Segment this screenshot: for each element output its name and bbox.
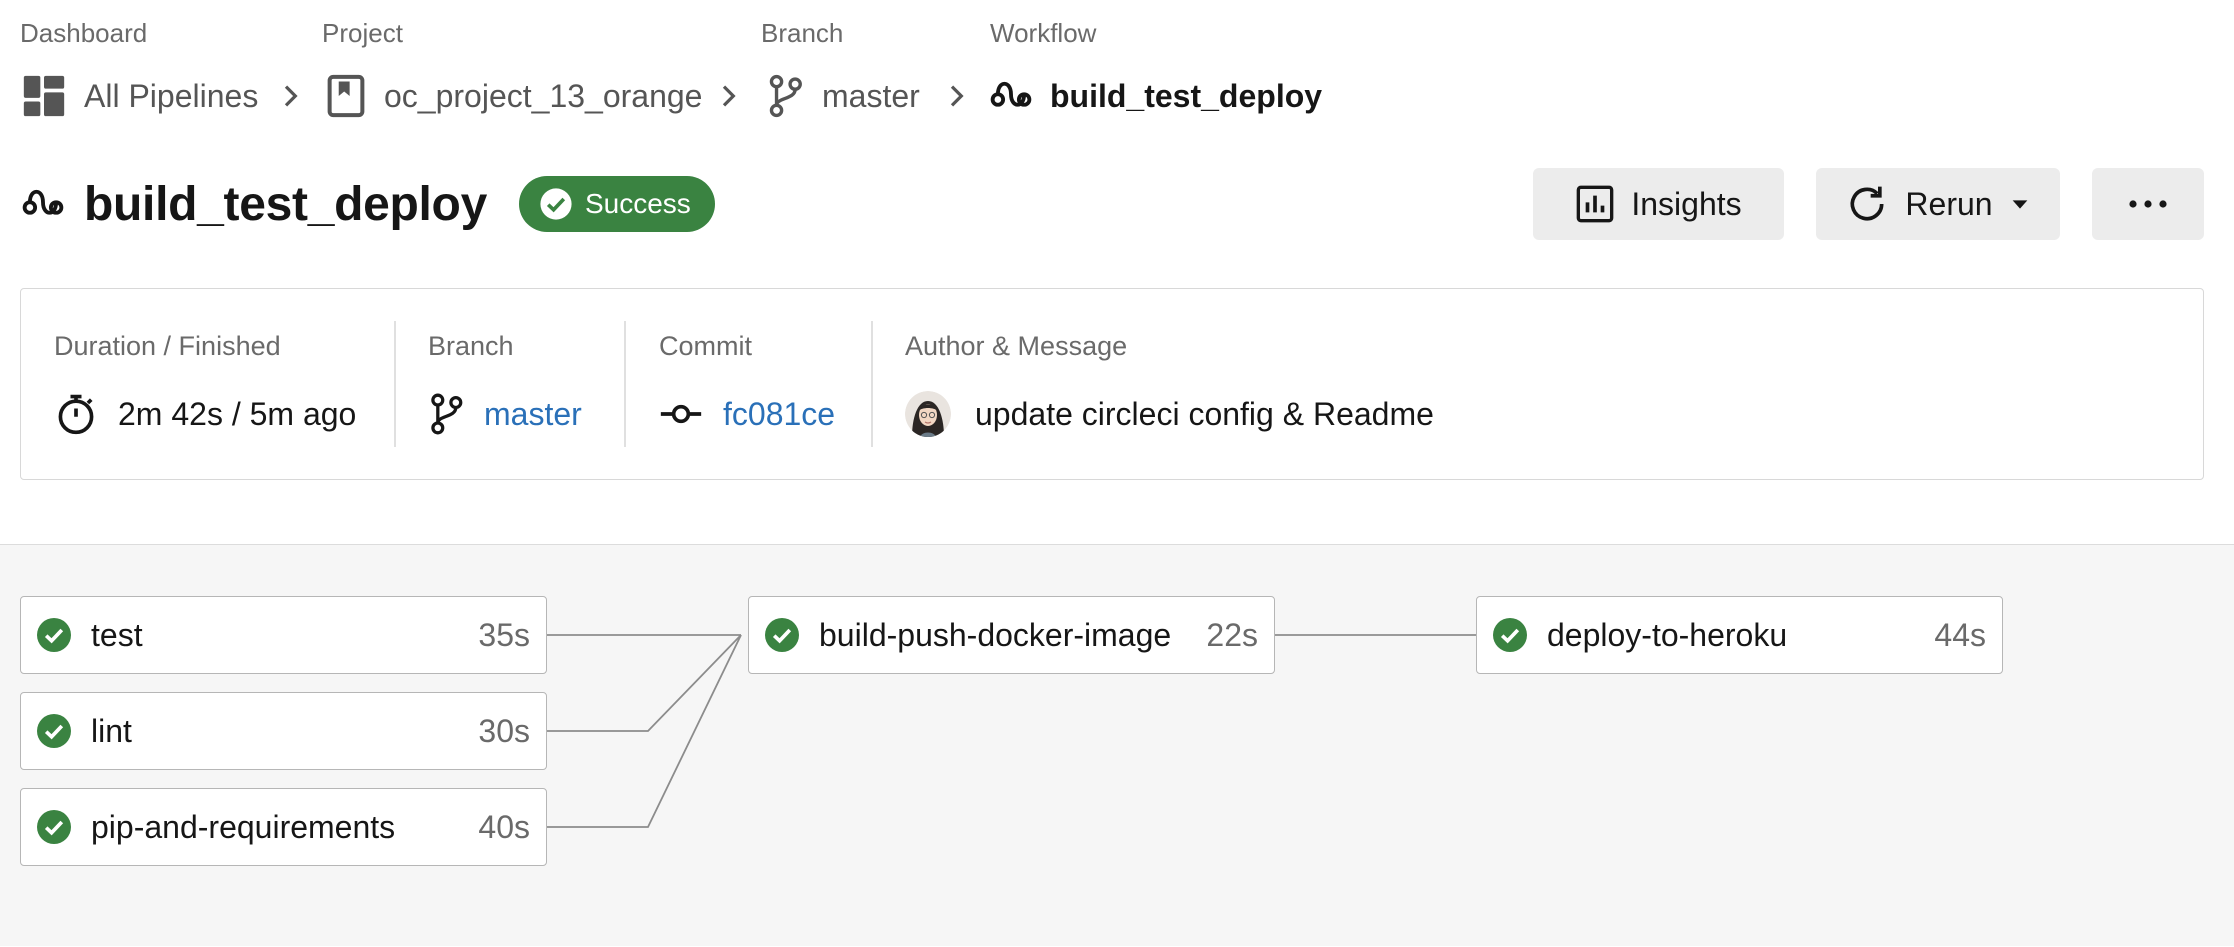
chevron-right-icon [950,85,964,107]
job-build-push-docker-image[interactable]: build-push-docker-image 22s [748,596,1275,674]
check-circle-icon [765,618,799,652]
commit-link[interactable]: fc081ce [723,396,835,433]
commit-icon [660,404,702,424]
chevron-right-icon [722,85,736,107]
branch-icon [431,393,463,435]
job-name: test [91,616,143,653]
breadcrumb-project[interactable]: oc_project_13_orange [326,70,702,122]
rerun-button-label: Rerun [1905,185,1993,222]
divider [624,321,626,447]
commit-label: Commit [659,331,752,361]
check-circle-icon [37,714,71,748]
job-lint[interactable]: lint 30s [20,692,547,770]
breadcrumb-label-branch: Branch [761,18,844,48]
refresh-icon [1850,186,1884,221]
breadcrumb-workflow[interactable]: build_test_deploy [990,70,1322,122]
status-badge-label: Success [584,188,691,219]
breadcrumb-labels: Dashboard Project Branch Workflow [0,18,2234,48]
check-circle-icon [540,188,572,220]
stopwatch-icon [58,394,94,435]
duration-value-row: 2m 42s / 5m ago [54,387,356,441]
job-pip-and-requirements[interactable]: pip-and-requirements 40s [20,788,547,866]
more-options-button[interactable] [2092,168,2204,240]
page-header: build_test_deploy Success [22,172,715,236]
job-duration: 30s [478,712,530,749]
caret-down-icon [2012,200,2027,209]
workflow-icon [990,81,1032,107]
job-deploy-to-heroku[interactable]: deploy-to-heroku 44s [1476,596,2003,674]
commit-value-row: fc081ce [659,387,835,441]
edge-lint-to-build [547,634,742,732]
duration-label: Duration / Finished [54,331,281,361]
check-circle-icon [1493,618,1527,652]
dashboard-grid-icon [23,75,65,117]
breadcrumb-branch[interactable]: master [766,70,920,122]
job-duration: 35s [478,616,530,653]
breadcrumb-label-dashboard: Dashboard [20,18,148,48]
page-title: build_test_deploy [84,177,487,231]
breadcrumb-label-workflow: Workflow [990,18,1097,48]
breadcrumb-branch-label: master [822,77,920,114]
check-circle-icon [37,618,71,652]
job-name: lint [91,712,132,749]
author-message-row: update circleci config & Readme [905,387,1434,441]
divider [394,321,396,447]
job-test[interactable]: test 35s [20,596,547,674]
job-duration: 40s [478,808,530,845]
job-name: deploy-to-heroku [1547,616,1788,653]
breadcrumb-workflow-label: build_test_deploy [1050,77,1323,114]
branch-value-row: master [428,387,582,441]
insights-button-label: Insights [1631,185,1742,222]
commit-message: update circleci config & Readme [975,395,1434,432]
job-name: pip-and-requirements [91,808,396,845]
breadcrumb-project-label: oc_project_13_orange [384,77,703,114]
workflow-icon [22,189,64,215]
divider [871,321,873,447]
branch-link[interactable]: master [484,396,582,433]
breadcrumb-all-pipelines[interactable]: All Pipelines [22,70,258,122]
project-bookmark-icon [327,74,365,118]
job-duration: 44s [1934,616,1986,653]
check-circle-icon [37,810,71,844]
workflow-graph: test 35s lint 30s pip-and-requirements 4… [0,544,2234,946]
breadcrumb: All Pipelines oc_project_13_orange maste… [0,70,2234,122]
status-badge: Success [518,176,715,232]
chevron-right-icon [284,85,298,107]
author-message-label: Author & Message [905,331,1128,361]
breadcrumb-all-pipelines-label: All Pipelines [84,77,259,114]
branch-label: Branch [428,331,514,361]
insights-chart-icon [1577,185,1614,223]
job-duration: 22s [1206,616,1258,653]
branch-icon [769,74,802,118]
breadcrumb-label-project: Project [322,18,403,48]
author-avatar[interactable] [905,391,951,437]
more-horizontal-icon [2129,200,2167,208]
insights-button[interactable]: Insights [1533,168,1784,240]
workflow-summary-card: Duration / Finished 2m 42s / 5m ago Bran… [20,288,2204,480]
job-name: build-push-docker-image [819,616,1172,653]
duration-value: 2m 42s / 5m ago [118,395,357,432]
rerun-button[interactable]: Rerun [1816,168,2060,240]
